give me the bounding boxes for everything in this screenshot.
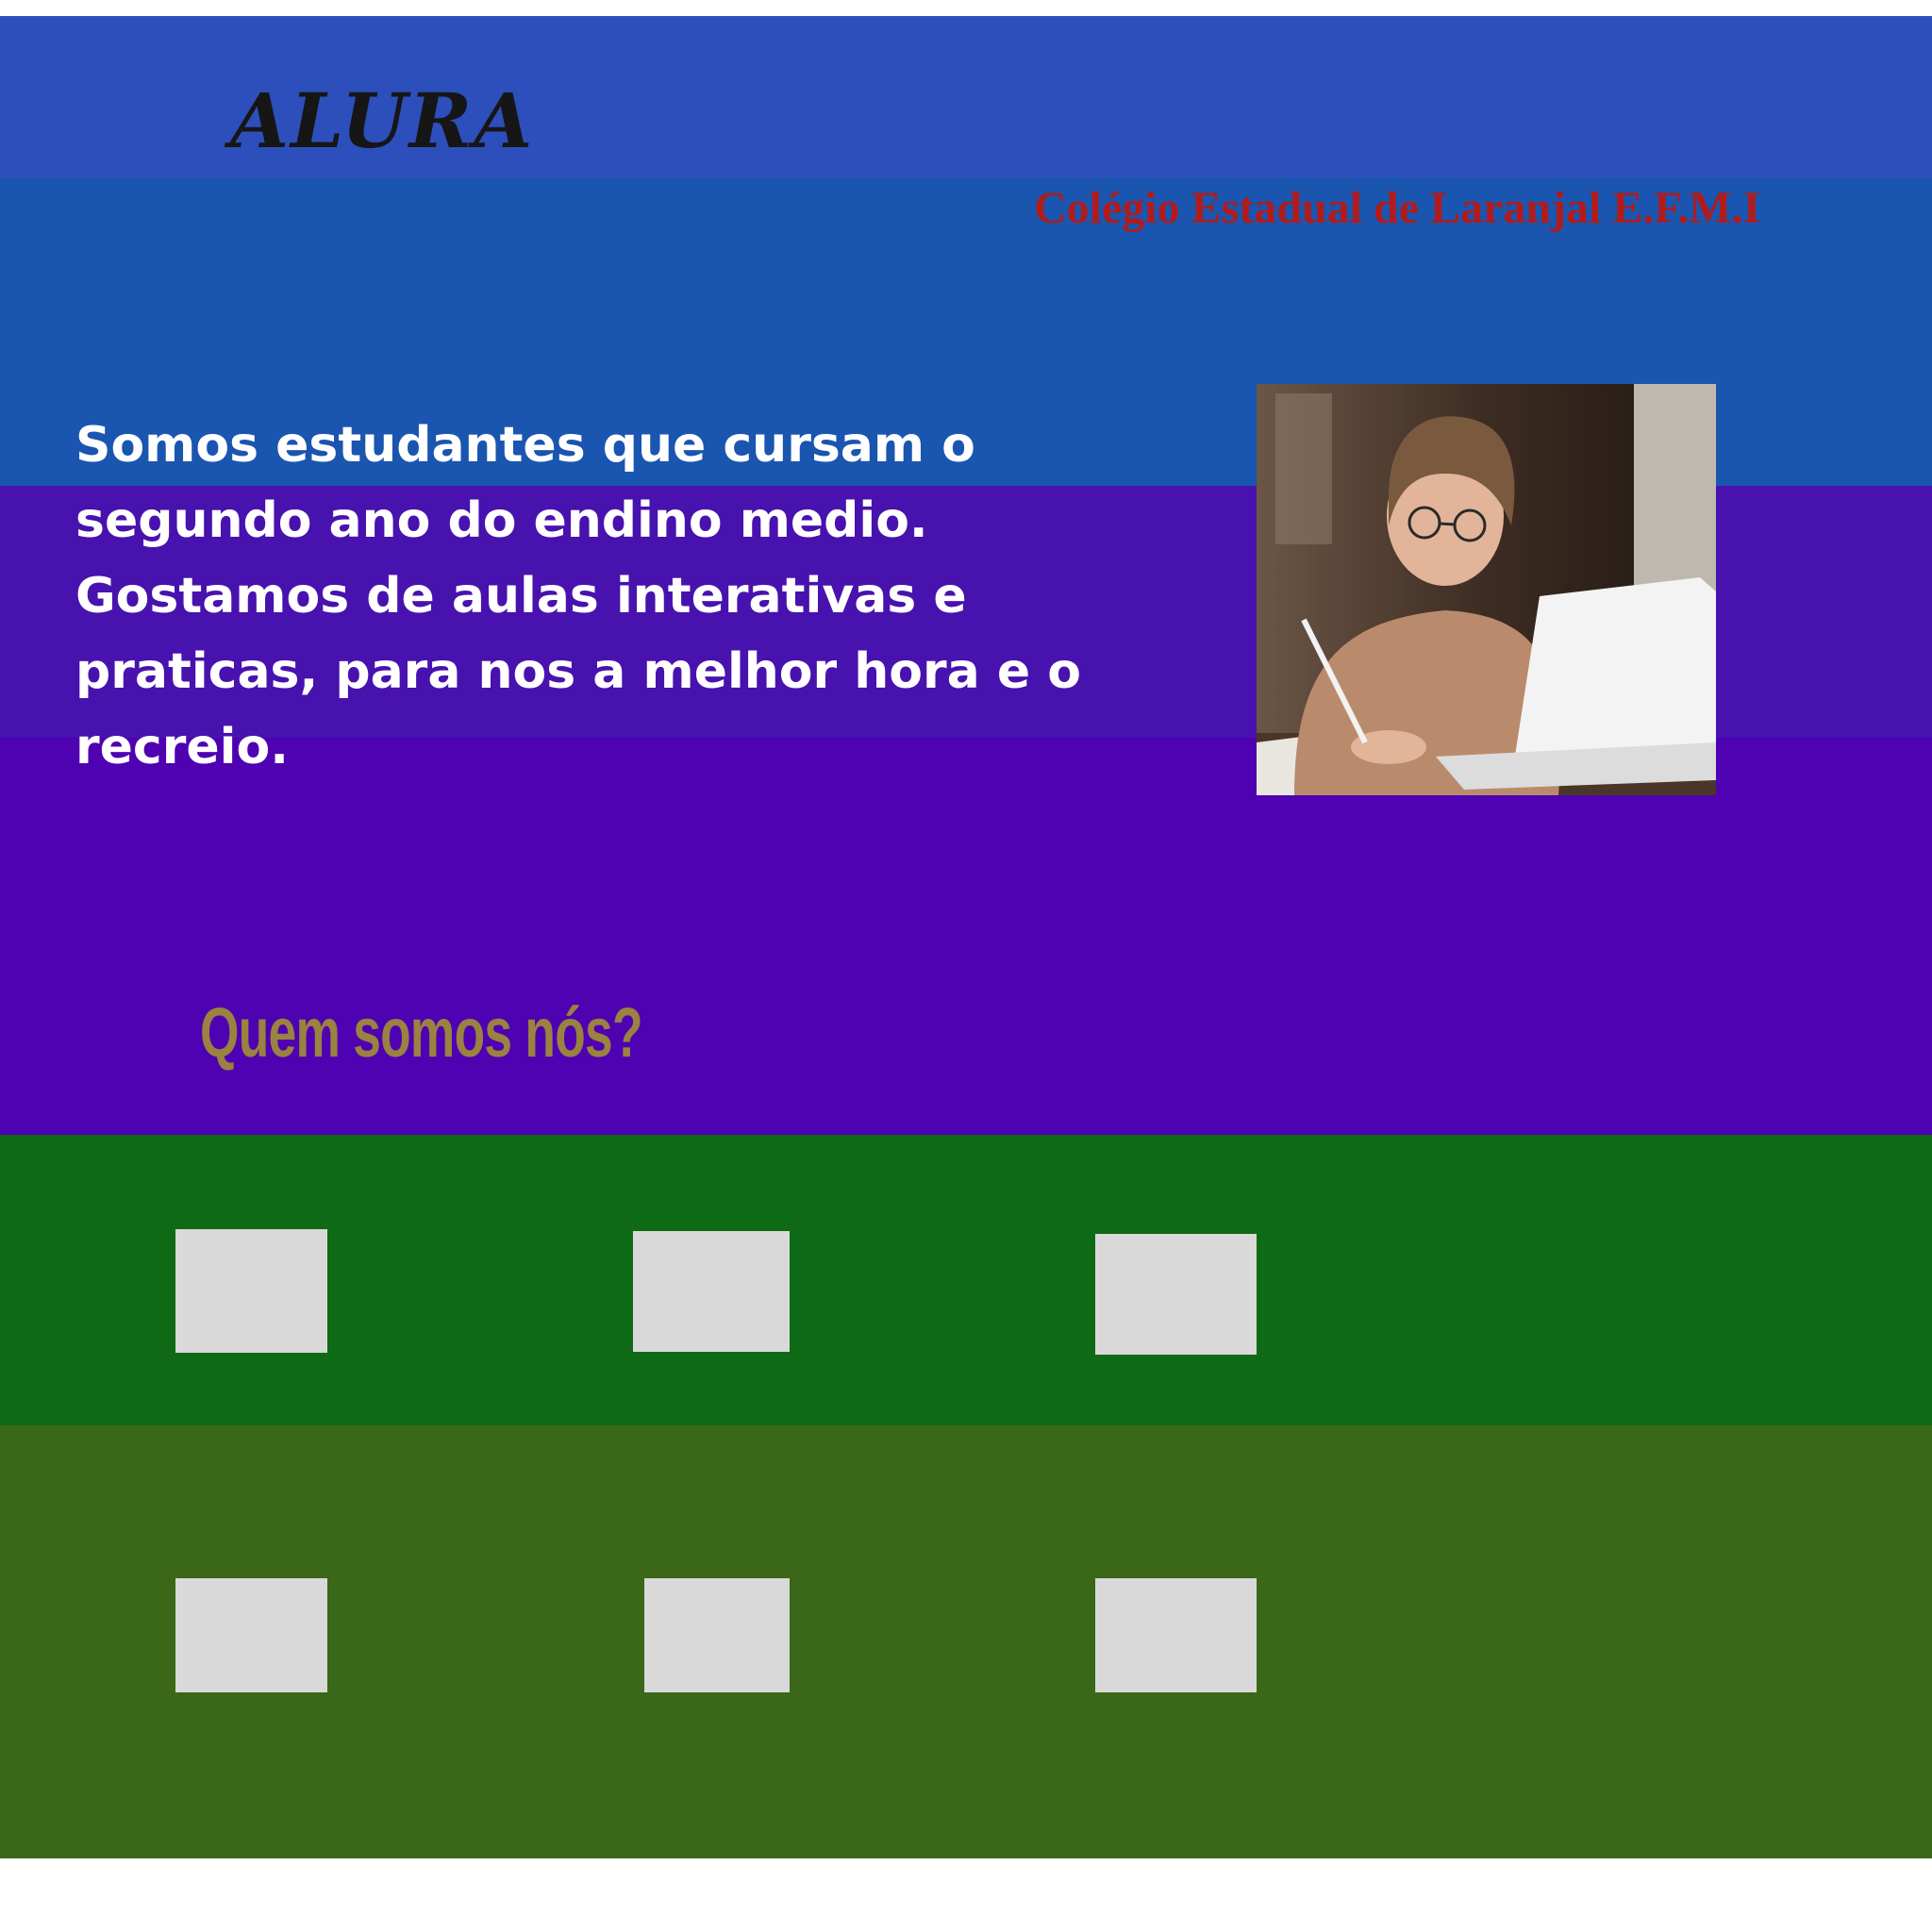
member-placeholder-5 xyxy=(644,1578,790,1692)
member-placeholder-1 xyxy=(175,1229,327,1353)
school-name: Colégio Estadual de Laranjal E.F.M.I xyxy=(1034,183,1761,233)
student-photo xyxy=(1257,384,1716,795)
intro-text: Somos estudantes que cursam o segundo an… xyxy=(75,417,1081,775)
member-placeholder-6 xyxy=(1095,1578,1257,1692)
purple-band xyxy=(0,738,1932,1135)
member-placeholder-2 xyxy=(633,1231,790,1352)
section-heading: Quem somos nós? xyxy=(200,993,643,1072)
member-placeholder-3 xyxy=(1095,1234,1257,1355)
member-placeholder-4 xyxy=(175,1578,327,1692)
page: ALURA Colégio Estadual de Laranjal E.F.M… xyxy=(0,0,1932,1932)
site-logo[interactable]: ALURA xyxy=(230,83,534,158)
